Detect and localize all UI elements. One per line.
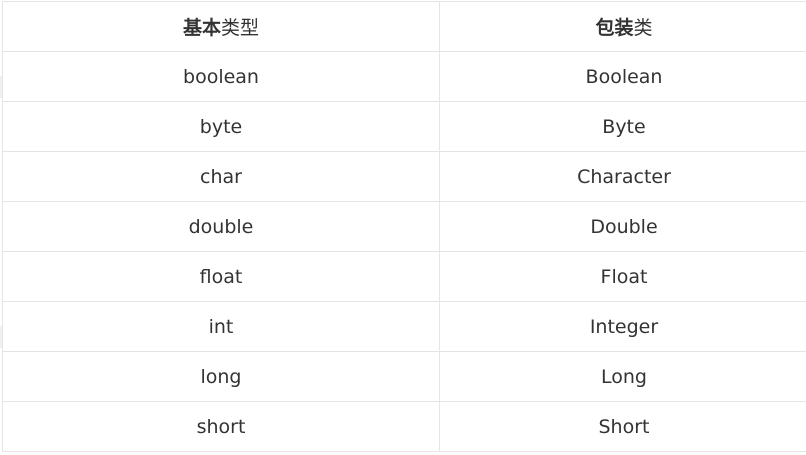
wrapper-cell: Byte: [439, 101, 806, 152]
header-primitive-type-normal: 类型: [221, 17, 260, 39]
primitive-cell: short: [2, 401, 440, 452]
table-row: byte Byte: [2, 101, 806, 152]
table-row: double Double: [2, 201, 806, 252]
primitive-cell: float: [2, 251, 440, 302]
primitive-cell: long: [2, 351, 440, 402]
wrapper-cell: Float: [439, 251, 806, 302]
header-wrapper-class-bold: 包装: [595, 17, 634, 39]
primitive-cell: boolean: [2, 51, 440, 102]
primitive-cell: int: [2, 301, 440, 352]
primitive-cell: char: [2, 151, 440, 202]
table-row: char Character: [2, 151, 806, 202]
table-header-row: 基本类型 包装类: [2, 1, 806, 52]
header-primitive-type: 基本类型: [2, 1, 440, 52]
table-row: int Integer: [2, 301, 806, 352]
primitive-cell: double: [2, 201, 440, 252]
table-row: boolean Boolean: [2, 51, 806, 102]
table-row: long Long: [2, 351, 806, 402]
wrapper-cell: Boolean: [439, 51, 806, 102]
header-wrapper-class: 包装类: [439, 1, 806, 52]
wrapper-cell: Character: [439, 151, 806, 202]
type-mapping-table: 基本类型 包装类 boolean Boolean byte Byte char …: [2, 1, 806, 452]
primitive-cell: byte: [2, 101, 440, 152]
header-primitive-type-bold: 基本: [182, 17, 221, 39]
header-wrapper-class-normal: 类: [633, 17, 653, 39]
wrapper-cell: Short: [439, 401, 806, 452]
left-edge-mark: [0, 326, 2, 348]
wrapper-cell: Integer: [439, 301, 806, 352]
left-edge-mark: [0, 76, 2, 98]
wrapper-cell: Long: [439, 351, 806, 402]
table-row: float Float: [2, 251, 806, 302]
wrapper-cell: Double: [439, 201, 806, 252]
table-row: short Short: [2, 401, 806, 452]
